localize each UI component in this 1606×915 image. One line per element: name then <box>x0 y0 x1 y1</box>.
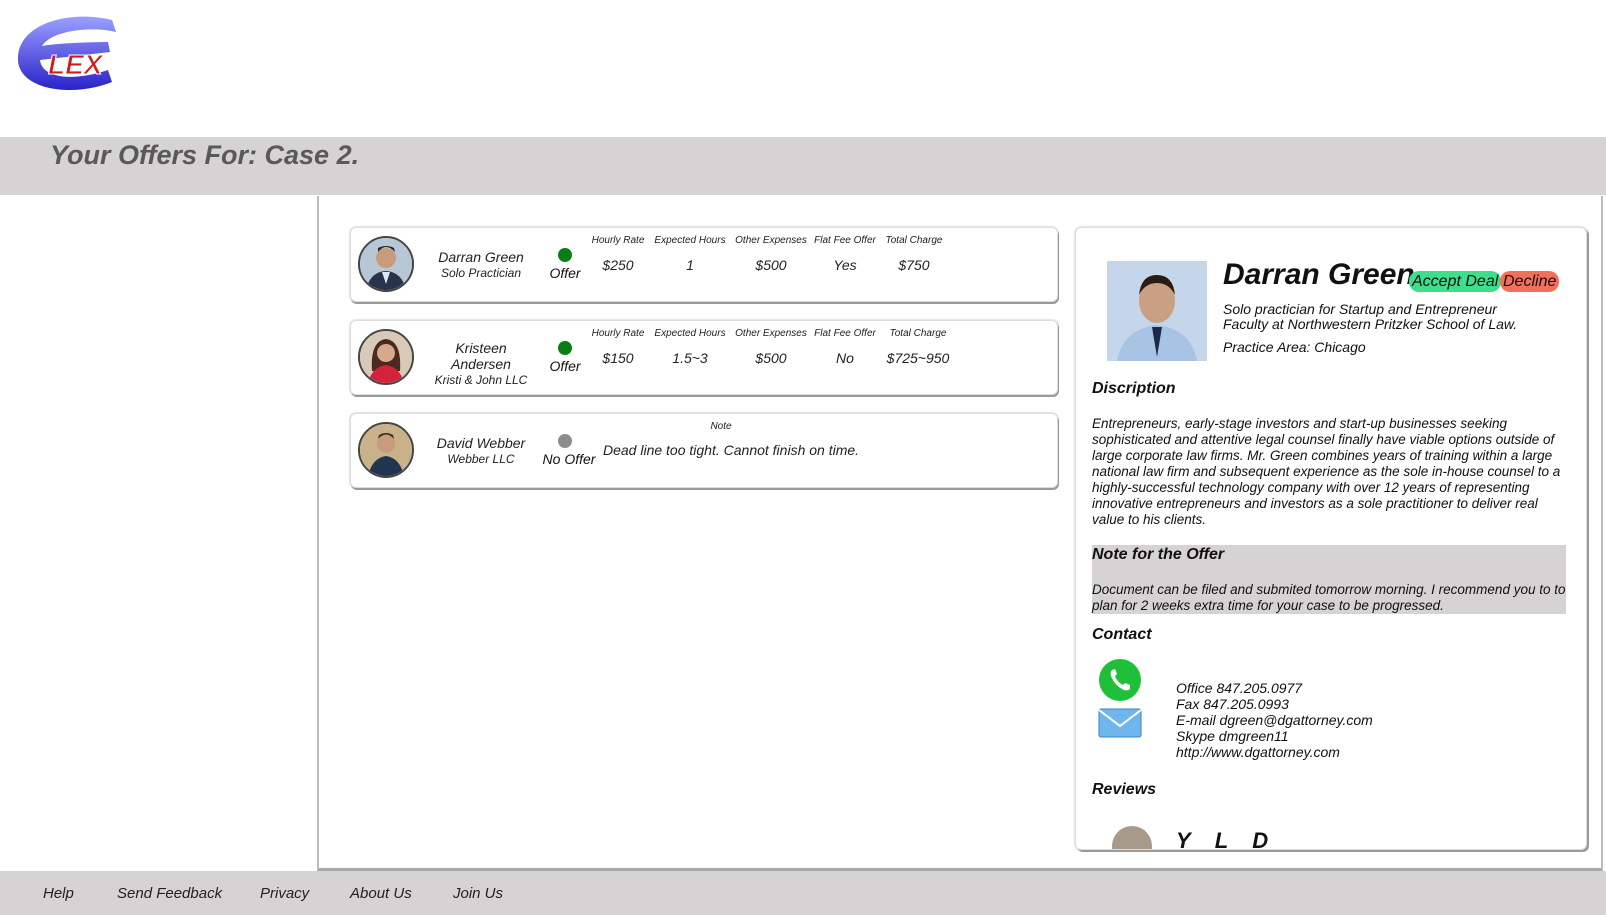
decline-button[interactable]: Decline <box>1500 271 1560 292</box>
lawyer-firm: Solo Practician <box>440 266 522 280</box>
col-header: Hourly Rate <box>591 328 645 339</box>
footer-link-about-us[interactable]: About Us <box>350 885 412 902</box>
footer-link-join-us[interactable]: Join Us <box>453 885 503 902</box>
reviewer-avatar <box>1112 826 1152 849</box>
offer-note: Dead line too tight. Cannot finish on ti… <box>603 442 860 458</box>
contact-details: Office 847.205.0977 Fax 847.205.0993 E-m… <box>1176 680 1373 760</box>
reviews-heading: Reviews <box>1092 781 1157 798</box>
offer-note-text: Document can be filed and submited tomor… <box>1092 582 1566 613</box>
offer-note-heading: Note for the Offer <box>1092 546 1225 563</box>
description-text: Entrepreneurs, early-stage investors and… <box>1092 416 1561 527</box>
office-phone: Office 847.205.0977 <box>1176 680 1303 696</box>
expected-hours: 1.5~3 <box>672 350 708 366</box>
lawyer-name: Darran Green Solo Practician <box>421 249 541 280</box>
email-icon[interactable] <box>1098 708 1142 738</box>
avatar <box>358 422 414 478</box>
phone-icon[interactable] <box>1098 658 1142 702</box>
col-header: Other Expenses <box>735 328 807 339</box>
col-header: Expected Hours <box>654 235 726 246</box>
offer-card-kristeen-andersen[interactable]: Kristeen Andersen Kristi & John LLC Offe… <box>350 320 1058 395</box>
footer: Help Send Feedback Privacy About Us Join… <box>0 871 1606 915</box>
flat-fee-offer: Yes <box>833 257 857 273</box>
expected-hours: 1 <box>686 257 694 273</box>
reviewer-name: Y L D <box>1176 828 1269 850</box>
status-label: Offer <box>549 265 581 281</box>
offer-card-david-webber[interactable]: David Webber Webber LLC No Offer Note De… <box>350 413 1058 488</box>
lawyer-firm: Kristi & John LLC <box>434 373 528 387</box>
status-dot <box>558 341 572 355</box>
avatar <box>358 329 414 385</box>
other-expenses: $500 <box>755 257 787 273</box>
description-heading: Discription <box>1092 380 1176 397</box>
website-link[interactable]: http://www.dgattorney.com <box>1176 744 1373 760</box>
page-title: Your Offers For: Case 2. <box>50 140 360 170</box>
elex-logo[interactable]: LEX <box>12 12 130 102</box>
hourly-rate: $150 <box>602 350 634 366</box>
footer-link-send-feedback[interactable]: Send Feedback <box>117 885 222 902</box>
total-charge: $725~950 <box>886 350 950 366</box>
total-charge: $750 <box>898 257 930 273</box>
offer-note-box: Note for the Offer Document can be filed… <box>1092 545 1566 614</box>
offer-card-darran-green[interactable]: Darran Green Solo Practician Offer Hourl… <box>350 227 1058 302</box>
note-header: Note <box>710 421 732 432</box>
footer-link-help[interactable]: Help <box>43 885 74 902</box>
avatar <box>358 236 414 292</box>
accept-deal-button[interactable]: Accept Deal <box>1409 271 1502 292</box>
col-header: Hourly Rate <box>591 235 645 246</box>
status-label: No Offer <box>542 451 596 467</box>
footer-link-privacy[interactable]: Privacy <box>260 885 309 902</box>
col-header: Total Charge <box>885 235 943 246</box>
col-header: Other Expenses <box>735 235 807 246</box>
lawyer-firm: Webber LLC <box>447 452 515 466</box>
lawyer-name: David Webber Webber LLC <box>421 435 541 466</box>
skype-id: Skype dmgreen11 <box>1176 728 1289 744</box>
col-header: Expected Hours <box>654 328 726 339</box>
logo-text: LEX <box>48 49 105 80</box>
fax-number: Fax 847.205.0993 <box>1176 696 1289 712</box>
col-header: Flat Fee Offer <box>814 235 876 246</box>
flat-fee-offer: No <box>836 350 854 366</box>
status-dot <box>558 248 572 262</box>
other-expenses: $500 <box>755 350 787 366</box>
email-address[interactable]: E-mail dgreen@dgattorney.com <box>1176 712 1373 728</box>
contact-heading: Contact <box>1092 626 1152 643</box>
status-dot <box>558 434 572 448</box>
status-label: Offer <box>549 358 581 374</box>
hourly-rate: $250 <box>602 257 634 273</box>
lawyer-detail-panel: Darran Green Accept Deal Decline Solo pr… <box>1075 227 1587 850</box>
col-header: Total Charge <box>889 328 947 339</box>
lawyer-name-heading: Darran Green <box>1223 258 1415 291</box>
tagline-faculty: Faculty at Northwestern Pritzker School … <box>1223 316 1518 332</box>
title-bar: Your Offers For: Case 2. <box>0 137 1606 195</box>
lawyer-name: Kristeen Andersen Kristi & John LLC <box>421 340 541 387</box>
lawyer-photo <box>1107 261 1207 361</box>
practice-area: Practice Area: Chicago <box>1223 339 1366 355</box>
col-header: Flat Fee Offer <box>814 328 876 339</box>
tagline: Solo practician for Startup and Entrepre… <box>1223 301 1497 317</box>
